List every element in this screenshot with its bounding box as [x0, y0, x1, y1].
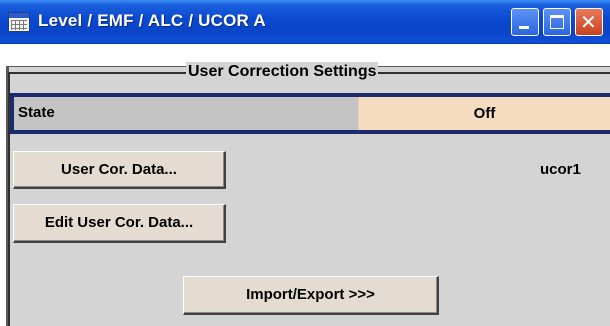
selected-correction-file: ucor1: [540, 161, 581, 178]
state-toggle-button[interactable]: Off: [358, 97, 610, 130]
minimize-button[interactable]: [511, 8, 539, 36]
maximize-icon: [550, 15, 564, 29]
window-title: Level / EMF / ALC / UCOR A: [38, 11, 266, 30]
title-bar[interactable]: Level / EMF / ALC / UCOR A ✕: [0, 0, 610, 44]
user-cor-data-button[interactable]: User Cor. Data...: [13, 151, 226, 189]
close-icon: ✕: [580, 10, 597, 34]
edit-user-cor-data-button[interactable]: Edit User Cor. Data...: [13, 204, 226, 243]
state-row[interactable]: State Off: [10, 93, 610, 134]
ucor-dialog-window: Level / EMF / ALC / UCOR A ✕ User Correc…: [0, 0, 610, 326]
dialog-grid-icon[interactable]: [8, 12, 30, 32]
dialog-client-area: User Correction Settings State Off User …: [0, 44, 610, 326]
group-title: User Correction Settings: [186, 62, 379, 82]
import-export-button[interactable]: Import/Export >>>: [183, 276, 439, 315]
maximize-button[interactable]: [543, 8, 571, 36]
close-button[interactable]: ✕: [575, 8, 603, 36]
state-label: State: [18, 104, 55, 121]
minimize-icon: [519, 26, 529, 29]
